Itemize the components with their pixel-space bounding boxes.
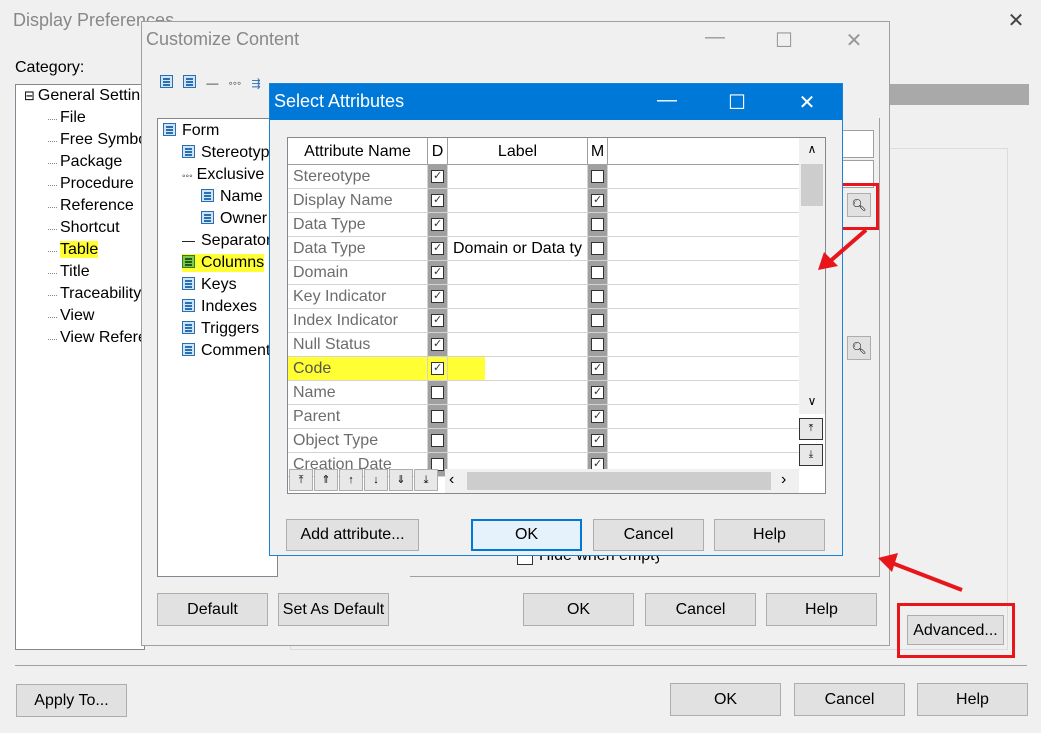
arrow-to-select-button [818,228,868,270]
annotation-arrows [818,228,963,592]
arrow-to-advanced-button [878,553,963,592]
